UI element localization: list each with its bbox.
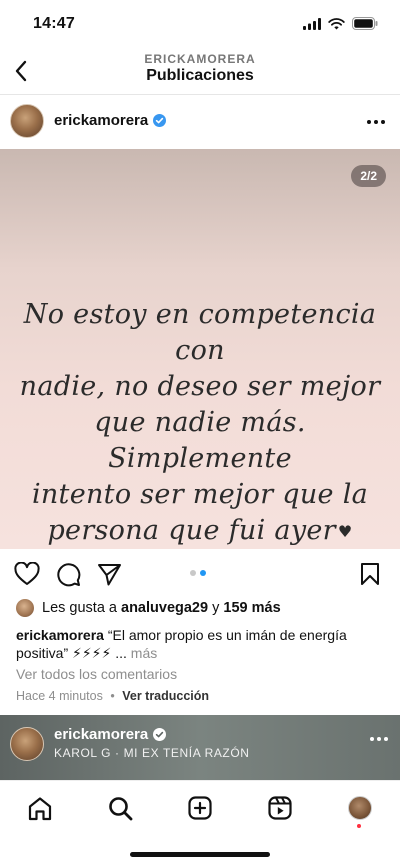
create-icon — [188, 796, 212, 820]
quote-line: que nadie más. Simplemente — [94, 407, 306, 474]
carousel-indicator — [190, 570, 206, 576]
status-time: 14:47 — [33, 15, 75, 32]
verified-badge-icon — [153, 728, 167, 741]
dot — [367, 120, 371, 124]
dot — [374, 120, 378, 124]
post-meta: Hace 4 minutos • Ver traducción — [16, 689, 209, 703]
likes-summary[interactable]: Les gusta a analuvega29 y 159 más — [16, 598, 281, 618]
next-post-author[interactable]: erickamorera — [54, 726, 167, 743]
caption-more-link[interactable]: más — [131, 645, 157, 661]
tab-create[interactable] — [185, 793, 215, 823]
profile-avatar — [348, 796, 372, 820]
carousel-page-counter: 2/2 — [351, 165, 386, 187]
post-time: Hace 4 minutos — [16, 689, 103, 703]
heart-icon — [14, 562, 40, 585]
nav-header: ERICKAMORERA Publicaciones — [0, 48, 400, 94]
header-username: ERICKAMORERA — [144, 52, 256, 66]
likes-joiner: y — [212, 600, 220, 616]
dot — [384, 737, 388, 741]
page-title: Publicaciones — [146, 67, 254, 84]
tab-reels[interactable] — [265, 793, 295, 823]
bookmark-icon — [361, 563, 379, 585]
carousel-dot — [190, 570, 196, 576]
comment-icon — [56, 562, 80, 586]
more-options-button[interactable] — [364, 112, 388, 132]
post-actions — [0, 556, 400, 592]
tab-profile[interactable] — [345, 793, 375, 823]
cellular-signal-icon — [303, 17, 321, 30]
post-author[interactable]: erickamorera — [54, 112, 167, 129]
caption-username[interactable]: erickamorera — [16, 627, 104, 643]
quote-line: persona que fui ayer — [47, 515, 336, 546]
paper-plane-icon — [97, 563, 121, 585]
home-icon — [28, 796, 52, 820]
caption-ellipsis: ... — [115, 645, 127, 661]
avatar[interactable] — [10, 104, 44, 138]
quote-line: nadie, no deseo ser mejor — [19, 371, 381, 402]
status-icons — [303, 17, 378, 30]
quote-text: No estoy en competencia con nadie, no de… — [0, 297, 400, 549]
next-post-username[interactable]: erickamorera — [54, 726, 148, 743]
next-post-preview[interactable]: erickamorera KAROL G · MI EX TENÍA RAZÓN — [0, 715, 400, 780]
view-all-comments-link[interactable]: Ver todos los comentarios — [16, 666, 177, 682]
liker-avatar — [16, 599, 34, 617]
dot — [377, 737, 381, 741]
likes-others[interactable]: 159 más — [223, 600, 280, 616]
tab-home[interactable] — [25, 793, 55, 823]
profile-notification-dot — [357, 824, 361, 828]
translate-link[interactable]: Ver traducción — [122, 689, 209, 703]
likes-prefix: Les gusta a — [42, 600, 117, 616]
liker-username[interactable]: analuvega29 — [121, 600, 208, 616]
quote-line: No estoy en competencia con — [23, 299, 377, 366]
meta-separator: • — [110, 689, 115, 703]
dot — [370, 737, 374, 741]
quote-line: intento ser mejor que la — [31, 479, 369, 510]
next-post-music[interactable]: KAROL G · MI EX TENÍA RAZÓN — [54, 746, 250, 760]
status-bar: 14:47 — [0, 0, 400, 48]
verified-badge-icon — [153, 114, 167, 127]
dot — [381, 120, 385, 124]
next-post-more-button[interactable] — [370, 737, 388, 741]
wifi-icon — [328, 17, 345, 29]
heart-glyph-icon: ♥ — [337, 521, 353, 541]
nav-titles: ERICKAMORERA Publicaciones — [0, 52, 400, 85]
header-divider — [0, 94, 400, 95]
tab-search[interactable] — [105, 793, 135, 823]
share-button[interactable] — [95, 560, 123, 588]
battery-icon — [352, 17, 378, 30]
like-button[interactable] — [13, 560, 41, 588]
post-image[interactable]: 2/2 No estoy en competencia con nadie, n… — [0, 149, 400, 549]
quote-line-last: persona que fui ayer ♥ — [0, 513, 400, 549]
reels-icon — [268, 796, 292, 820]
comment-button[interactable] — [54, 560, 82, 588]
next-post-avatar[interactable] — [10, 727, 44, 761]
post-header: erickamorera — [0, 96, 400, 148]
carousel-dot-active — [200, 570, 206, 576]
home-indicator — [130, 852, 270, 857]
save-button[interactable] — [356, 560, 384, 588]
post-caption: erickamorera “El amor propio es un imán … — [16, 626, 386, 662]
post-username[interactable]: erickamorera — [54, 112, 148, 129]
search-icon — [108, 796, 132, 820]
